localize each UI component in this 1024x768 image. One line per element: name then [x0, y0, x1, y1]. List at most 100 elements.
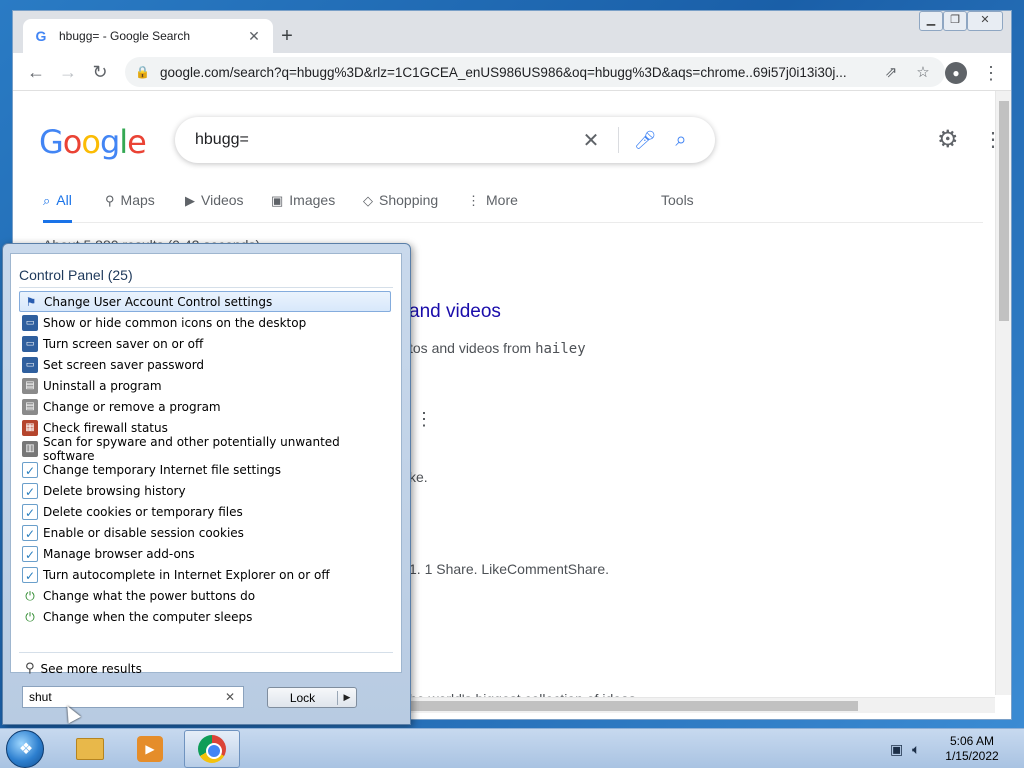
google-logo[interactable]: Google — [39, 123, 147, 161]
scrollbar-thumb[interactable] — [408, 701, 858, 711]
result-item[interactable]: ✓ Delete cookies or temporary files — [19, 501, 391, 522]
result-item[interactable]: ▤ Uninstall a program — [19, 375, 391, 396]
tab-shopping[interactable]: ◇ Shopping — [363, 189, 438, 223]
power-options-icon: ⏻ — [25, 588, 35, 603]
internet-options-icon: ✓ — [22, 482, 38, 499]
tab-maps[interactable]: ⚲ Maps — [105, 189, 155, 223]
browser-toolbar: ← → ↻ 🔒 google.com/search?q=hbugg%3D&rlz… — [13, 53, 1011, 91]
url-text[interactable]: google.com/search?q=hbugg%3D&rlz=1C1GCEA… — [160, 65, 871, 80]
programs-icon: ▤ — [22, 398, 38, 415]
lock-button-label[interactable]: Lock — [268, 690, 338, 705]
profile-icon[interactable]: ● — [945, 62, 967, 84]
result-item[interactable]: ✓ Manage browser add-ons — [19, 543, 391, 564]
shutdown-options-arrow-icon[interactable]: ▶ — [338, 692, 356, 703]
tab-more[interactable]: ⋮ More — [467, 189, 518, 223]
power-options-icon: ⏻ — [25, 609, 35, 624]
divider — [19, 287, 393, 288]
new-tab-button[interactable]: + — [275, 24, 299, 48]
result-item[interactable]: ⏻ Change when the computer sleeps — [19, 606, 391, 627]
result-item[interactable]: ✓ Turn autocomplete in Internet Explorer … — [19, 564, 391, 585]
result-item[interactable]: ✓ Change temporary Internet file settings — [19, 459, 391, 480]
tab-all[interactable]: ⌕ All — [43, 189, 72, 223]
start-search-input[interactable]: shut ✕ — [22, 686, 244, 708]
windows-logo-icon: ❖ — [18, 741, 34, 758]
defender-icon: ▥ — [22, 440, 38, 457]
start-button[interactable]: ❖ — [6, 730, 44, 768]
search-icon: ⌕ — [43, 193, 51, 208]
clear-search-icon[interactable]: ✕ — [223, 690, 237, 704]
programs-icon: ▤ — [22, 377, 38, 394]
microphone-icon[interactable]: 🎤︎ — [631, 130, 659, 151]
minimize-icon[interactable]: ▁ — [919, 11, 943, 31]
tab-close-icon[interactable]: ✕ — [245, 28, 263, 45]
taskbar: ❖ ▶ ▣ 🔈︎ 5:06 AM 1/15/2022 — [0, 728, 1024, 768]
tag-icon: ◇ — [363, 193, 373, 208]
lock-icon: 🔒 — [135, 65, 150, 79]
chrome-icon — [198, 735, 226, 763]
result-item[interactable]: ▭ Show or hide common icons on the deskto… — [19, 312, 391, 333]
divider — [618, 127, 619, 153]
result-item[interactable]: ▥ Scan for spyware and other potentially … — [19, 435, 391, 463]
result-item[interactable]: ⚑ Change User Account Control settings — [19, 291, 391, 312]
result-item[interactable]: ▭ Set screen saver password — [19, 354, 391, 375]
see-more-results-link[interactable]: ⚲ See more results — [25, 661, 142, 676]
search-query[interactable]: hbugg= — [195, 131, 576, 149]
lock-button[interactable]: Lock ▶ — [267, 687, 357, 708]
result-snippet: tos and videos from hailey — [409, 340, 586, 357]
browser-tab[interactable]: G hbugg= - Google Search ✕ — [23, 19, 273, 53]
firewall-icon: ▦ — [22, 419, 38, 436]
tab-videos[interactable]: ▶ Videos — [185, 189, 244, 223]
google-search-box[interactable]: hbugg= ✕ 🎤︎ ⌕ — [175, 117, 715, 163]
result-item[interactable]: ✓ Enable or disable session cookies — [19, 522, 391, 543]
search-tabs: ⌕ All ⚲ Maps ▶ Videos ▣ Images ◇ Shopping ⋮ Mo… — [43, 189, 983, 223]
monitor-icon: ▭ — [22, 335, 38, 352]
tab-images[interactable]: ▣ Images — [271, 189, 335, 223]
result-item[interactable]: ▭ Turn screen saver on or off — [19, 333, 391, 354]
search-icon[interactable]: ⌕ — [667, 129, 695, 152]
monitor-icon: ▭ — [22, 314, 38, 331]
video-icon: ▶ — [185, 193, 195, 208]
volume-icon[interactable]: 🔈︎ — [912, 741, 920, 758]
tools-button[interactable]: Tools — [661, 189, 694, 223]
results-group-header[interactable]: Control Panel (25) — [19, 267, 133, 283]
clock-date: 1/15/2022 — [945, 749, 999, 763]
result-snippet: 1. 1 Share. LikeCommentShare. — [409, 561, 609, 577]
internet-options-icon: ✓ — [22, 503, 38, 520]
taskbar-chrome-button[interactable] — [184, 730, 240, 768]
browser-menu-icon[interactable]: ⋮ — [981, 62, 1001, 84]
internet-options-icon: ✓ — [22, 461, 38, 478]
settings-gear-icon[interactable]: ⚙ — [937, 125, 959, 154]
result-item[interactable]: ▤ Change or remove a program — [19, 396, 391, 417]
taskbar-media-player-button[interactable]: ▶ — [122, 730, 178, 768]
address-bar[interactable]: 🔒 google.com/search?q=hbugg%3D&rlz=1C1GC… — [125, 57, 945, 87]
reload-icon[interactable]: ↻ — [87, 59, 113, 85]
back-icon[interactable]: ← — [23, 59, 49, 85]
image-icon: ▣ — [271, 193, 284, 208]
vertical-scrollbar[interactable] — [995, 91, 1011, 695]
media-player-icon: ▶ — [137, 736, 163, 762]
taskbar-explorer-button[interactable] — [62, 730, 118, 768]
network-icon[interactable]: ▣ — [890, 741, 903, 758]
result-item[interactable]: ⏻ Change what the power buttons do — [19, 585, 391, 606]
tab-title: hbugg= - Google Search — [59, 29, 191, 43]
share-icon[interactable]: ⇗ — [879, 63, 903, 81]
system-clock[interactable]: 5:06 AM 1/15/2022 — [936, 734, 1008, 764]
bookmark-star-icon[interactable]: ☆ — [911, 63, 935, 81]
result-item[interactable]: ✓ Delete browsing history — [19, 480, 391, 501]
horizontal-scrollbar[interactable] — [408, 697, 995, 713]
forward-icon[interactable]: → — [55, 59, 81, 85]
map-pin-icon: ⚲ — [105, 193, 115, 208]
folder-icon — [76, 738, 104, 760]
restore-icon[interactable]: ❐ — [943, 11, 967, 31]
search-text[interactable]: shut — [29, 690, 223, 704]
result-options-icon[interactable]: ⋮ — [415, 409, 433, 430]
window-close-icon[interactable]: ✕ — [967, 11, 1003, 31]
internet-options-icon: ✓ — [22, 524, 38, 541]
more-icon: ⋮ — [467, 193, 480, 208]
magnifier-icon: ⚲ — [25, 661, 35, 676]
result-title[interactable]: and videos — [409, 301, 501, 323]
divider — [19, 652, 393, 653]
scrollbar-thumb[interactable] — [999, 101, 1009, 321]
clear-search-icon[interactable]: ✕ — [576, 128, 606, 153]
result-snippet: ke. — [409, 469, 428, 485]
